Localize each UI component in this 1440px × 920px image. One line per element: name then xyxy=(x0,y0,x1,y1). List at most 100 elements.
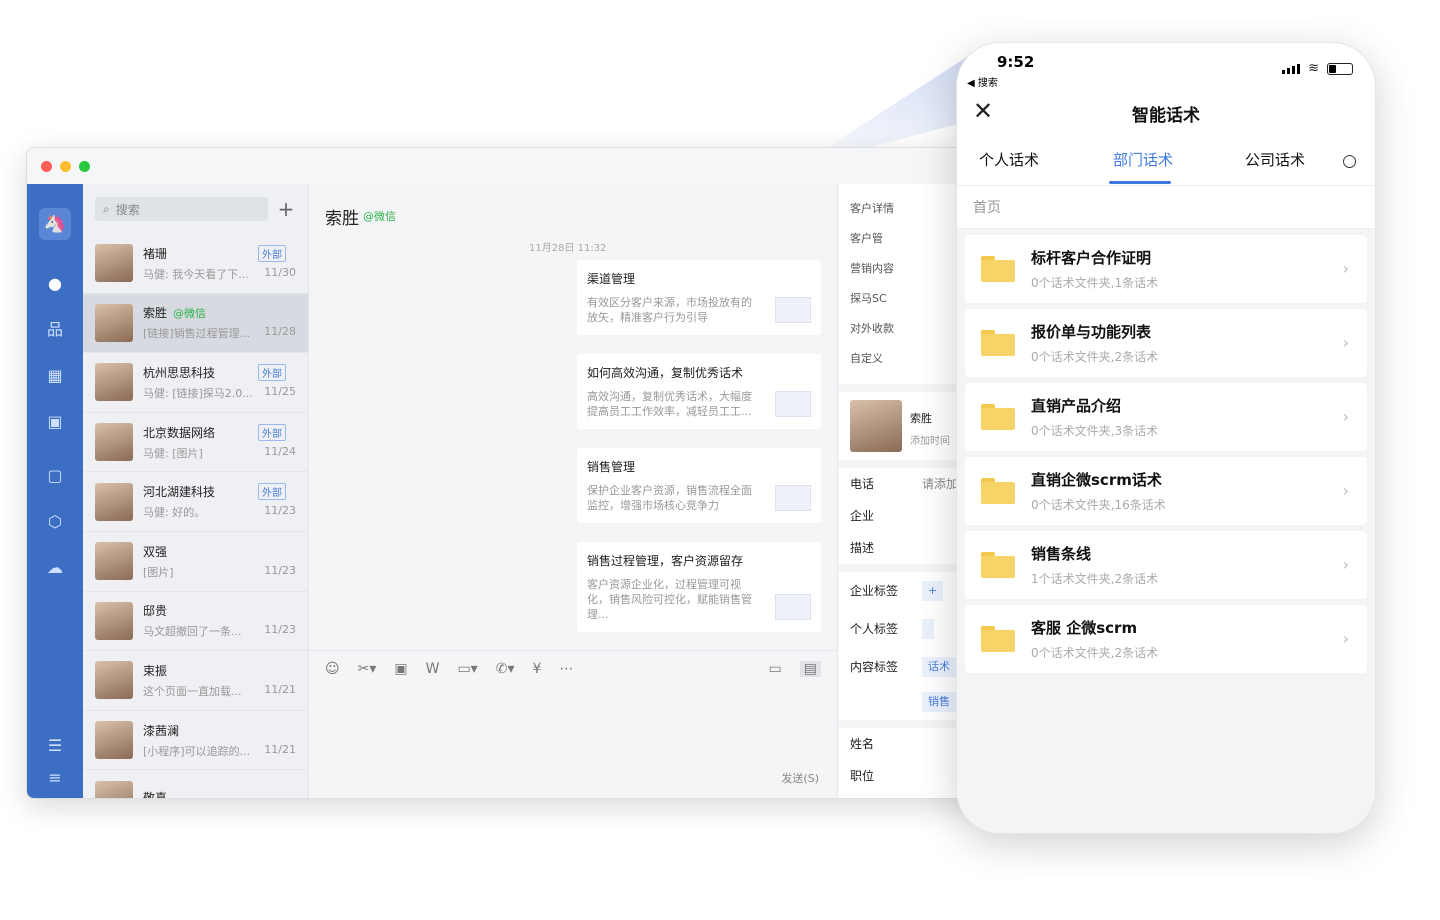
tag-pill[interactable]: 话术 xyxy=(922,657,956,677)
contact-item[interactable]: 双强 [图片] 11/23 xyxy=(83,532,308,592)
back-to-search[interactable]: ◀ 搜索 xyxy=(967,74,998,89)
link-card[interactable]: 如何高效沟通，复制优秀话术 高效沟通，复制优秀话术，大幅度提高员工工作效率，减轻员… xyxy=(577,354,821,429)
menu-icon[interactable]: ≡ xyxy=(45,768,65,788)
cube-icon[interactable]: ⬡ xyxy=(45,512,65,532)
more-icon[interactable]: ⋯ xyxy=(559,661,573,677)
minimize-window-button[interactable] xyxy=(60,160,71,172)
folder-item[interactable]: 销售条线 1个话术文件夹,2条话术 › xyxy=(965,531,1367,599)
contact-body: 北京数据网络 外部 马健: [图片] 11/24 xyxy=(143,423,296,461)
detail-subtab[interactable]: 自定义 xyxy=(850,344,920,374)
signal-icon xyxy=(1282,63,1301,74)
contact-search-input[interactable]: ⌕ 搜索 xyxy=(95,197,268,221)
detail-avatar xyxy=(850,400,902,452)
contact-preview-row: 马健: 我今天看了下... 11/30 xyxy=(143,266,296,282)
folder-meta: 0个话术文件夹,2条话术 xyxy=(1031,646,1159,660)
tag-pill[interactable]: + xyxy=(922,581,944,601)
link-card-title: 销售管理 xyxy=(587,460,636,474)
contact-date: 11/30 xyxy=(264,265,296,279)
tab-personal[interactable]: 个人话术 xyxy=(979,149,1039,170)
contact-preview-row: 这个页面一直加载... 11/21 xyxy=(143,683,296,699)
contact-name: 束振 xyxy=(143,663,168,678)
calendar-icon[interactable]: ▦ xyxy=(45,366,65,386)
tag-pill-sales[interactable]: 销售 xyxy=(922,692,956,712)
folder-name: 客服 企微scrm xyxy=(1031,619,1138,637)
contact-last-message: [小程序]可以追踪的... xyxy=(143,744,251,758)
link-card[interactable]: 销售过程管理，客户资源留存 客户资源企业化，过程管理可视化，销售风险可控化，赋能销… xyxy=(577,542,821,632)
contact-name-row: 北京数据网络 外部 xyxy=(143,423,296,441)
contact-item[interactable]: 邸贵 马文超撤回了一条... 11/23 xyxy=(83,592,308,652)
phone-icon[interactable]: ✆▾ xyxy=(496,661,515,677)
breadcrumb[interactable]: 首页 xyxy=(957,187,1375,229)
detail-field-label: 企业 xyxy=(850,509,875,523)
send-button[interactable]: 发送(S) xyxy=(781,770,819,786)
close-window-button[interactable] xyxy=(41,160,52,172)
emoji-icon[interactable]: ☺ xyxy=(325,661,340,677)
contact-item[interactable]: 漆茜澜 [小程序]可以追踪的... 11/21 xyxy=(83,711,308,771)
folder-name: 报价单与功能列表 xyxy=(1031,323,1152,341)
contact-item[interactable]: 杭州思思科技 外部 马健: [链接]探马2.0... 11/25 xyxy=(83,353,308,413)
contact-item[interactable]: 北京数据网络 外部 马健: [图片] 11/24 xyxy=(83,413,308,473)
detail-subtab[interactable]: 客户管 xyxy=(850,224,920,254)
detail-tab[interactable]: 营销内容 xyxy=(850,254,920,284)
link-card[interactable]: 渠道管理 有效区分客户来源，市场投放有的放矢，精准客户行为引导 xyxy=(577,260,821,335)
document-icon[interactable]: ▢ xyxy=(45,466,65,486)
tag-pill[interactable] xyxy=(922,619,934,639)
folder-item[interactable]: 直销产品介绍 0个话术文件夹,3条话术 › xyxy=(965,383,1367,451)
contact-name-row: 褚珊 外部 xyxy=(143,244,296,262)
folder-icon-body xyxy=(981,408,1015,430)
folder-icon xyxy=(981,404,1015,430)
payment-icon[interactable]: ¥ xyxy=(532,661,541,677)
contact-last-message: 马健: [链接]探马2.0... xyxy=(143,386,253,400)
contact-name: 敬真 xyxy=(143,789,167,798)
detail-tab[interactable]: 客户详情 xyxy=(850,194,920,224)
screen-share-icon[interactable]: ▭ xyxy=(769,661,782,677)
status-time: 9:52 xyxy=(997,53,1035,71)
contact-item[interactable]: 河北湖建科技 外部 马健: 好的。 11/23 xyxy=(83,472,308,532)
contact-item[interactable]: 束振这个页面一直加载... 11/21 xyxy=(83,651,308,711)
folder-icon[interactable]: ▭▾ xyxy=(457,661,477,677)
contact-name-row: 束振 xyxy=(143,662,296,679)
avatar xyxy=(95,303,133,342)
cloud-icon[interactable]: ☁ xyxy=(45,558,65,578)
folder-item[interactable]: 报价单与功能列表 0个话术文件夹,2条话术 › xyxy=(965,309,1367,377)
avatar xyxy=(95,721,133,760)
detail-tab[interactable]: 对外收款 xyxy=(850,314,920,344)
contact-item[interactable]: 敬真 xyxy=(83,770,308,798)
detail-tag-label: 内容标签 xyxy=(850,660,899,674)
notes-icon[interactable]: ☰ xyxy=(45,736,65,756)
chevron-right-icon: › xyxy=(1342,481,1349,500)
sidebar-toggle-icon[interactable]: ▤ xyxy=(799,660,821,677)
folder-item[interactable]: 客服 企微scrm 0个话术文件夹,2条话术 › xyxy=(965,605,1367,673)
search-icon: ⌕ xyxy=(103,201,110,216)
org-chart-icon[interactable]: 品 xyxy=(45,320,65,340)
contact-preview-row: [图片] 11/23 xyxy=(143,564,296,580)
folder-item[interactable]: 直销企微scrm话术 0个话术文件夹,16条话术 › xyxy=(965,457,1367,525)
folder-icon-body xyxy=(981,334,1015,356)
contact-name: 漆茜澜 xyxy=(143,723,180,738)
contact-item[interactable]: 索胜 @微信 [链接]销售过程管理... 11/28 xyxy=(83,293,308,354)
link-card[interactable]: 销售管理 保护企业客户资源，销售流程全面监控，增强市场核心竞争力 xyxy=(577,448,821,523)
active-tab-indicator xyxy=(1109,181,1171,184)
tab-company[interactable]: 公司话术 xyxy=(1245,149,1305,170)
link-card-desc: 高效沟通，复制优秀话术，大幅度提高员工工作效率，减轻员工工... xyxy=(587,390,752,418)
scissors-icon[interactable]: ✂▾ xyxy=(358,661,377,677)
maximize-window-button[interactable] xyxy=(79,160,90,172)
message-timestamp: 11月28日 11:32 xyxy=(529,243,607,254)
add-icon[interactable]: + xyxy=(276,197,296,221)
search-icon[interactable]: ○ xyxy=(1342,151,1357,171)
external-badge: 外部 xyxy=(258,483,286,501)
contact-preview-row: [链接]销售过程管理... 11/28 xyxy=(143,325,296,341)
contact-item[interactable]: 褚珊 外部马健: 我今天看了下... 11/30 xyxy=(83,234,308,294)
chat-icon[interactable]: ● xyxy=(45,274,65,294)
phone-frame: 9:52 ◀ 搜索 ≋ ✕ 智能话术 个人话术 部门话术 公司话术 ○ 首页 标… xyxy=(956,42,1376,834)
image-icon[interactable]: ▣ xyxy=(394,661,407,677)
folder-item[interactable]: 标杆客户合作证明 0个话术文件夹,1条话术 › xyxy=(965,235,1367,303)
tab-department[interactable]: 部门话术 xyxy=(1113,149,1173,170)
detail-subtab[interactable]: 探马SC xyxy=(850,284,920,314)
apps-grid-icon[interactable]: ▣ xyxy=(45,412,65,432)
detail-field-value[interactable]: 请添加 xyxy=(922,468,958,500)
contact-name: 河北湖建科技 xyxy=(143,485,216,500)
link-card-thumbnail xyxy=(775,297,811,323)
word-icon[interactable]: W xyxy=(426,661,440,677)
chevron-right-icon: › xyxy=(1342,629,1349,648)
